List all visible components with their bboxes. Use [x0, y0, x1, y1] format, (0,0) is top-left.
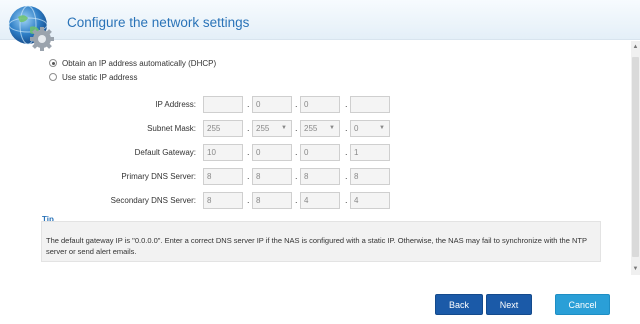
dhcp-option[interactable]: Obtain an IP address automatically (DHCP… — [49, 57, 216, 69]
back-button[interactable]: Back — [435, 294, 483, 315]
octet-separator: . — [295, 99, 298, 109]
octet-separator: . — [247, 195, 250, 205]
octet-separator: . — [345, 171, 348, 181]
secondary-dns-octet-1[interactable]: 8 — [203, 192, 243, 209]
ip-address-octet-4[interactable] — [350, 96, 390, 113]
chevron-down-icon: ▼ — [281, 125, 287, 131]
octet-separator: . — [247, 171, 250, 181]
default-gateway-octet-1[interactable]: 10 — [203, 144, 243, 161]
secondary-dns-octet-4[interactable]: 4 — [350, 192, 390, 209]
secondary-dns-label: Secondary DNS Server: — [110, 196, 196, 205]
octet-separator: . — [247, 99, 250, 109]
octet-separator: . — [247, 147, 250, 157]
default-gateway-label: Default Gateway: — [134, 148, 196, 157]
scrollbar-thumb[interactable] — [632, 57, 639, 257]
subnet-mask-octet-4-value: 0 — [354, 124, 359, 133]
primary-dns-octet-4[interactable]: 8 — [350, 168, 390, 185]
octet-separator: . — [295, 171, 298, 181]
default-gateway-octet-3[interactable]: 0 — [300, 144, 340, 161]
tip-text: The default gateway IP is "0.0.0.0". Ent… — [46, 236, 587, 256]
subnet-mask-octet-3-select[interactable]: 255 ▼ — [300, 120, 340, 137]
octet-separator: . — [345, 147, 348, 157]
dhcp-label: Obtain an IP address automatically (DHCP… — [62, 58, 217, 68]
octet-separator: . — [295, 123, 298, 133]
octet-separator: . — [345, 123, 348, 133]
chevron-down-icon: ▼ — [379, 125, 385, 131]
subnet-mask-octet-2-select[interactable]: 255 ▼ — [252, 120, 292, 137]
octet-separator: . — [345, 195, 348, 205]
primary-dns-label: Primary DNS Server: — [121, 172, 196, 181]
wizard-header: Configure the network settings — [0, 0, 640, 51]
subnet-mask-octet-2-value: 255 — [256, 124, 270, 133]
octet-separator: . — [247, 123, 250, 133]
octet-separator: . — [295, 147, 298, 157]
primary-dns-octet-2[interactable]: 8 — [252, 168, 292, 185]
static-ip-radio[interactable] — [49, 73, 57, 81]
static-ip-option[interactable]: Use static IP address — [49, 71, 137, 83]
primary-dns-octet-1[interactable]: 8 — [203, 168, 243, 185]
octet-separator: . — [295, 195, 298, 205]
ip-address-label: IP Address: — [155, 100, 196, 109]
cancel-button[interactable]: Cancel — [555, 294, 610, 315]
page-title: Configure the network settings — [67, 15, 250, 30]
scroll-down-icon[interactable]: ▼ — [632, 265, 639, 273]
secondary-dns-octet-2[interactable]: 8 — [252, 192, 292, 209]
dhcp-radio[interactable] — [49, 59, 57, 67]
ip-address-octet-2[interactable]: 0 — [252, 96, 292, 113]
subnet-mask-octet-1[interactable]: 255 — [203, 120, 243, 137]
tip-box: The default gateway IP is "0.0.0.0". Ent… — [41, 221, 601, 262]
octet-separator: . — [345, 99, 348, 109]
vertical-scrollbar[interactable]: ▲ ▼ — [631, 41, 640, 275]
next-button[interactable]: Next — [486, 294, 532, 315]
static-ip-label: Use static IP address — [62, 72, 138, 82]
subnet-mask-octet-3-value: 255 — [304, 124, 318, 133]
ip-address-octet-1[interactable] — [203, 96, 243, 113]
default-gateway-octet-2[interactable]: 0 — [252, 144, 292, 161]
ip-address-octet-3[interactable]: 0 — [300, 96, 340, 113]
subnet-mask-label: Subnet Mask: — [147, 124, 196, 133]
wizard-footer — [0, 275, 640, 324]
scroll-up-icon[interactable]: ▲ — [632, 43, 639, 51]
primary-dns-octet-3[interactable]: 8 — [300, 168, 340, 185]
subnet-mask-octet-4-select[interactable]: 0 ▼ — [350, 120, 390, 137]
default-gateway-octet-4[interactable]: 1 — [350, 144, 390, 161]
secondary-dns-octet-3[interactable]: 4 — [300, 192, 340, 209]
chevron-down-icon: ▼ — [329, 125, 335, 131]
